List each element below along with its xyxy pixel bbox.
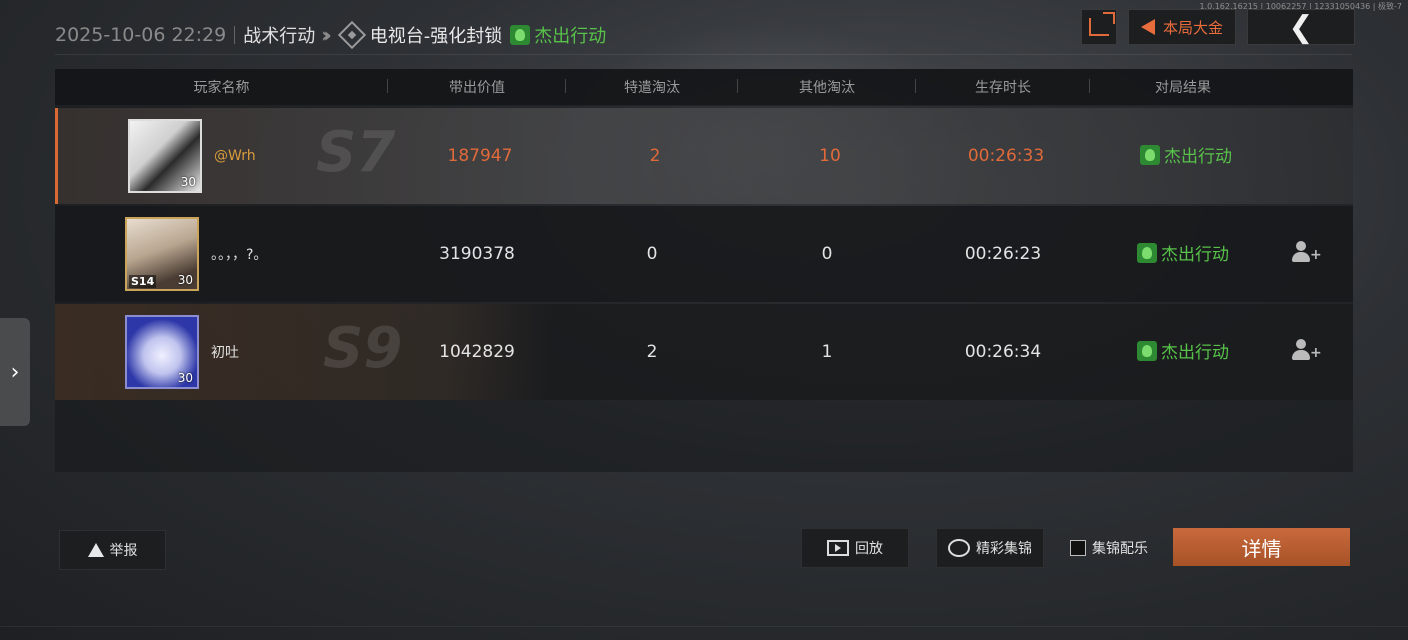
match-header: 2025-10-06 22:29 战术行动 ›› 电视台-强化封锁 杰出行动 [55, 20, 607, 50]
other-kills: 1 [821, 342, 833, 362]
col-other-kills: 其他淘汰 [738, 77, 916, 97]
highlights-button[interactable]: 精彩集锦 [936, 528, 1044, 568]
music-checkbox[interactable] [1070, 540, 1086, 556]
camera-icon [948, 539, 970, 557]
player-level: 30 [177, 371, 193, 385]
extract-value: 187947 [447, 146, 513, 166]
success-icon [1137, 242, 1157, 263]
details-label: 详情 [1241, 536, 1282, 561]
table-row[interactable]: S7 30 @Wrh 187947 2 10 00:26:33 杰出行动 [55, 108, 1353, 204]
avatar[interactable]: S14 30 [125, 217, 199, 291]
player-result: 杰出行动 [1164, 147, 1232, 168]
game-mode: 战术行动 [243, 26, 316, 47]
survival-time: 00:26:34 [964, 342, 1042, 362]
extract-value: 3190378 [439, 244, 515, 264]
bounty-label: 本局大金 [1162, 18, 1223, 37]
scoreboard-table: 玩家名称 带出价值 特遣淘汰 其他淘汰 生存时长 对局结果 S7 30 @Wrh… [55, 69, 1353, 472]
player-cell: 30 初吐 [55, 315, 388, 389]
player-result: 杰出行动 [1161, 343, 1229, 364]
player-name: @Wrh [214, 148, 256, 164]
map-icon [337, 20, 366, 50]
player-cell: 30 @Wrh [58, 119, 391, 193]
player-cell: S14 30 。。，，?。 [55, 217, 388, 291]
player-name: 初吐 [211, 345, 239, 361]
col-match-result: 对局结果 [1155, 80, 1211, 96]
player-level: 30 [177, 273, 193, 287]
bottom-divider [0, 626, 1408, 627]
replay-label: 回放 [855, 541, 883, 557]
col-player-name: 玩家名称 [55, 77, 388, 97]
replay-button[interactable]: 回放 [801, 528, 909, 568]
player-result: 杰出行动 [1161, 245, 1229, 266]
back-button[interactable]: ❮ [1247, 9, 1355, 45]
squad-kills: 0 [646, 244, 658, 264]
match-result: 杰出行动 [534, 26, 607, 47]
success-icon [510, 25, 531, 45]
other-kills: 10 [819, 146, 841, 166]
squad-kills: 2 [646, 342, 658, 362]
table-header: 玩家名称 带出价值 特遣淘汰 其他淘汰 生存时长 对局结果 [55, 69, 1353, 106]
video-icon [827, 540, 849, 556]
player-name: 。。，，?。 [211, 247, 268, 263]
squad-kills: 2 [649, 146, 661, 166]
avatar[interactable]: 30 [125, 315, 199, 389]
result-cell: 杰出行动 [1090, 338, 1276, 366]
share-icon [1089, 12, 1115, 36]
success-icon [1137, 340, 1157, 361]
warning-icon [87, 543, 104, 557]
result-cell: 杰出行动 [1090, 240, 1276, 268]
header-divider [55, 54, 1352, 55]
share-button[interactable] [1081, 9, 1117, 45]
music-label: 集锦配乐 [1092, 541, 1148, 557]
season-tag: S14 [129, 275, 157, 288]
add-friend-icon: + [1292, 240, 1322, 263]
col-squad-kills: 特遣淘汰 [566, 77, 738, 97]
other-kills: 0 [821, 244, 833, 264]
report-label: 举报 [109, 543, 138, 559]
table-row[interactable]: S9 30 初吐 1042829 2 1 00:26:34 杰出行动 + [55, 304, 1353, 400]
extract-value: 1042829 [439, 342, 515, 362]
add-friend-icon: + [1292, 338, 1322, 361]
survival-time: 00:26:33 [967, 146, 1045, 166]
add-friend-button[interactable]: + [1276, 240, 1336, 268]
megaphone-icon [1140, 19, 1155, 35]
music-toggle[interactable]: 集锦配乐 [1070, 538, 1148, 558]
side-drawer-toggle[interactable]: › [0, 318, 30, 426]
success-icon [1140, 144, 1160, 165]
details-button[interactable]: 详情 [1173, 528, 1350, 566]
map-name: 电视台-强化封锁 [369, 26, 503, 47]
col-survival-time: 生存时长 [916, 77, 1090, 97]
highlights-label: 精彩集锦 [976, 541, 1032, 557]
add-friend-button[interactable]: + [1276, 338, 1336, 366]
report-button[interactable]: 举报 [59, 530, 166, 570]
avatar[interactable]: 30 [128, 119, 202, 193]
result-cell: 杰出行动 [1093, 142, 1279, 170]
back-arrow-icon: ❮ [1288, 9, 1314, 45]
col-extract-value: 带出价值 [388, 77, 566, 97]
bounty-button[interactable]: 本局大金 [1128, 9, 1236, 45]
double-chevron-icon: ›› [321, 23, 332, 47]
match-datetime: 2025-10-06 22:29 [55, 24, 227, 46]
divider [234, 26, 236, 44]
survival-time: 00:26:23 [964, 244, 1042, 264]
chevron-right-icon: › [10, 359, 20, 385]
table-row[interactable]: S14 30 。。，，?。 3190378 0 0 00:26:23 杰出行动 … [55, 206, 1353, 302]
player-level: 30 [180, 175, 196, 189]
